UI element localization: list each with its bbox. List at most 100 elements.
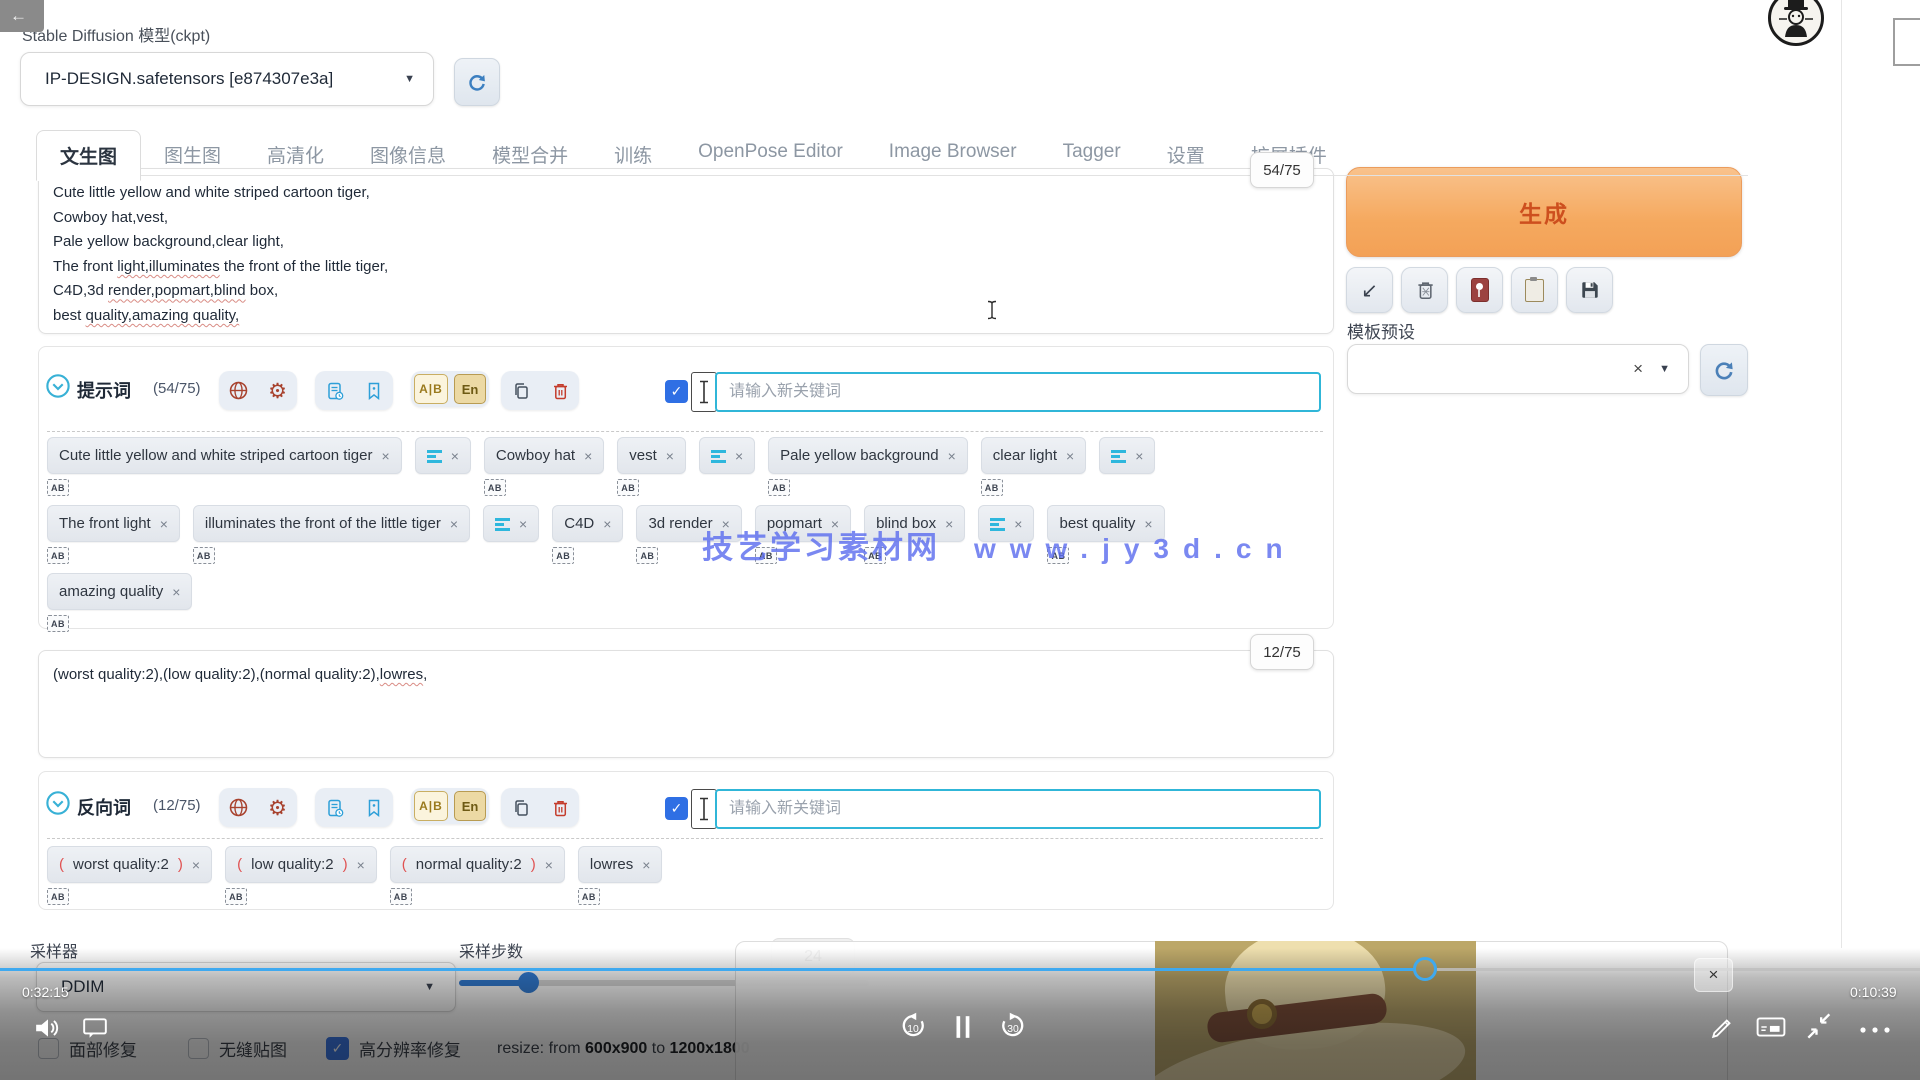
tag-remove-icon[interactable]: × xyxy=(948,448,956,464)
tag-remove-icon[interactable]: × xyxy=(735,448,743,464)
text-cursor-toggle-button[interactable] xyxy=(691,372,717,412)
tab-item[interactable]: Image Browser xyxy=(866,130,1040,181)
globe-translate-button[interactable] xyxy=(222,791,255,824)
tab-item[interactable]: 设置 xyxy=(1144,130,1228,181)
translate-ab-icon[interactable]: AB xyxy=(47,615,69,632)
prompt-tag[interactable]: lowres× xyxy=(578,846,663,883)
volume-button[interactable] xyxy=(34,1016,62,1045)
trash-icon[interactable] xyxy=(543,374,576,407)
tag-remove-icon[interactable]: × xyxy=(545,857,553,873)
save-style-button[interactable] xyxy=(1566,267,1613,313)
prompt-tag[interactable]: Pale yellow background× xyxy=(768,437,968,474)
translate-ab-icon[interactable]: AB xyxy=(578,888,600,905)
ab-compare-button[interactable]: A|B xyxy=(414,374,448,404)
linebreak-tag[interactable]: × xyxy=(483,505,539,542)
new-keyword-input[interactable] xyxy=(715,789,1321,829)
prompt-history-button[interactable] xyxy=(318,791,351,824)
forward-30-button[interactable]: 30 xyxy=(998,1012,1028,1047)
prompt-tag[interactable]: amazing quality× xyxy=(47,573,192,610)
gear-settings-button[interactable]: ⚙ xyxy=(261,791,294,824)
clear-selection-icon[interactable]: × xyxy=(1633,359,1643,379)
keyword-enable-checkbox[interactable]: ✓ xyxy=(665,380,688,403)
tag-remove-icon[interactable]: × xyxy=(666,448,674,464)
translate-ab-icon[interactable]: AB xyxy=(193,547,215,564)
linebreak-tag[interactable]: × xyxy=(1099,437,1155,474)
translate-ab-icon[interactable]: AB xyxy=(981,479,1003,496)
back-button[interactable]: ← xyxy=(0,0,44,32)
preview-close-button[interactable]: × xyxy=(1694,958,1733,992)
tab-item[interactable]: OpenPose Editor xyxy=(675,130,866,181)
tag-remove-icon[interactable]: × xyxy=(1014,516,1022,532)
rewind-10-button[interactable]: 10 xyxy=(898,1012,928,1047)
prompt-history-button[interactable] xyxy=(318,374,351,407)
edit-notes-button[interactable] xyxy=(1710,1014,1736,1045)
tag-remove-icon[interactable]: × xyxy=(160,516,168,532)
bookmark-favorites-button[interactable] xyxy=(357,374,390,407)
tab-item[interactable]: 图像信息 xyxy=(347,130,469,181)
prompt-textarea[interactable]: Cute little yellow and white striped car… xyxy=(38,168,1334,334)
tag-remove-icon[interactable]: × xyxy=(945,516,953,532)
tag-remove-icon[interactable]: × xyxy=(1135,448,1143,464)
model-select[interactable]: IP-DESIGN.safetensors [e874307e3a] ▼ xyxy=(20,52,434,106)
prompt-tag[interactable]: Cowboy hat× xyxy=(484,437,604,474)
tag-remove-icon[interactable]: × xyxy=(584,448,592,464)
tag-remove-icon[interactable]: × xyxy=(722,516,730,532)
tab-item[interactable]: 模型合并 xyxy=(469,130,591,181)
gear-settings-button[interactable]: ⚙ xyxy=(261,374,294,407)
trash-icon[interactable] xyxy=(543,791,576,824)
subtitle-cc-button[interactable] xyxy=(1756,1016,1786,1043)
linebreak-tag[interactable]: × xyxy=(978,505,1034,542)
prompt-tag[interactable]: vest× xyxy=(617,437,686,474)
clear-prompt-button[interactable] xyxy=(1401,267,1448,313)
prompt-tag[interactable]: (normal quality:2)× xyxy=(390,846,565,883)
translate-ab-icon[interactable]: AB xyxy=(617,479,639,496)
tag-remove-icon[interactable]: × xyxy=(1066,448,1074,464)
prompt-tag[interactable]: Cute little yellow and white striped car… xyxy=(47,437,402,474)
translate-ab-icon[interactable]: AB xyxy=(225,888,247,905)
prompt-tag[interactable]: popmart× xyxy=(755,505,851,542)
prompt-tag[interactable]: (low quality:2)× xyxy=(225,846,377,883)
more-options-button[interactable] xyxy=(1858,1022,1892,1040)
generate-button[interactable]: 生成 xyxy=(1346,167,1742,257)
tag-remove-icon[interactable]: × xyxy=(1144,516,1152,532)
pause-button[interactable] xyxy=(952,1014,974,1045)
steps-slider-handle[interactable] xyxy=(518,972,539,993)
translate-ab-icon[interactable]: AB xyxy=(390,888,412,905)
translate-ab-icon[interactable]: AB xyxy=(636,547,658,564)
prompt-tag[interactable]: blind box× xyxy=(864,505,965,542)
collapse-chevron-icon[interactable] xyxy=(45,373,71,404)
en-translate-button[interactable]: En xyxy=(454,791,486,821)
tag-remove-icon[interactable]: × xyxy=(172,584,180,600)
prompt-tag[interactable]: illuminates the front of the little tige… xyxy=(193,505,470,542)
prompt-tag[interactable]: The front light× xyxy=(47,505,180,542)
copy-icon[interactable] xyxy=(504,374,537,407)
linebreak-tag[interactable]: × xyxy=(415,437,471,474)
translate-ab-icon[interactable]: AB xyxy=(552,547,574,564)
video-progress-handle[interactable] xyxy=(1413,957,1437,981)
tag-remove-icon[interactable]: × xyxy=(450,516,458,532)
paste-params-button[interactable]: ↙ xyxy=(1346,267,1393,313)
tab-item[interactable]: 训练 xyxy=(591,130,675,181)
keyword-enable-checkbox[interactable]: ✓ xyxy=(665,797,688,820)
tab-item[interactable]: 高清化 xyxy=(244,130,347,181)
translate-ab-icon[interactable]: AB xyxy=(864,547,886,564)
tag-remove-icon[interactable]: × xyxy=(357,857,365,873)
translate-ab-icon[interactable]: AB xyxy=(47,547,69,564)
tab-item[interactable]: 图生图 xyxy=(141,130,244,181)
template-preset-select[interactable]: × ▼ xyxy=(1347,344,1689,394)
collapse-chevron-icon[interactable] xyxy=(45,790,71,821)
tiling-checkbox[interactable] xyxy=(188,1038,209,1059)
tag-remove-icon[interactable]: × xyxy=(831,516,839,532)
tab-item[interactable]: Tagger xyxy=(1040,130,1144,181)
video-progress-filled[interactable] xyxy=(0,968,1414,971)
bookmark-favorites-button[interactable] xyxy=(357,791,390,824)
prompt-tag[interactable]: 3d render× xyxy=(636,505,741,542)
tab-item[interactable]: 文生图 xyxy=(36,130,141,181)
hires-fix-checkbox[interactable]: ✓ xyxy=(326,1037,349,1060)
translate-ab-icon[interactable]: AB xyxy=(484,479,506,496)
apply-style-button[interactable] xyxy=(1511,267,1558,313)
tag-remove-icon[interactable]: × xyxy=(519,516,527,532)
tag-remove-icon[interactable]: × xyxy=(192,857,200,873)
text-cursor-toggle-button[interactable] xyxy=(691,789,717,829)
tag-remove-icon[interactable]: × xyxy=(451,448,459,464)
